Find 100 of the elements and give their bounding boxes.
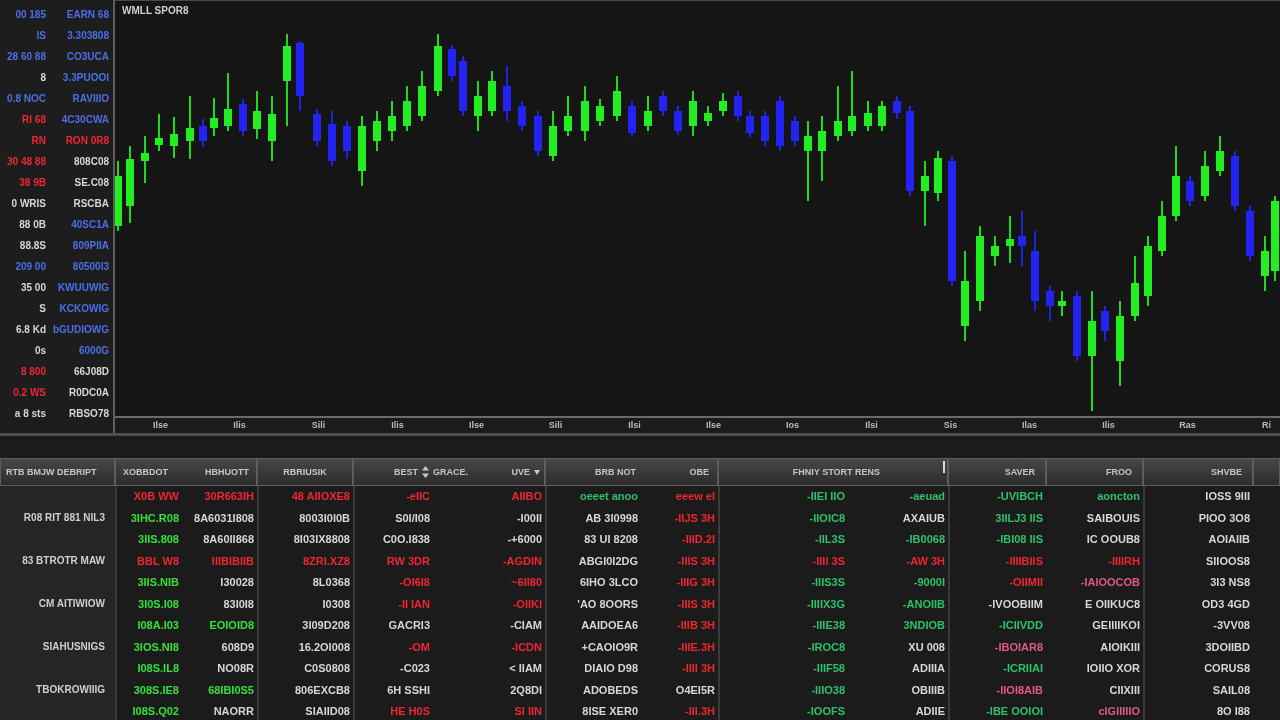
table-value: NAORR — [213, 705, 254, 719]
table-value: 8O I88 — [1216, 705, 1250, 719]
table-value: 308S.IE8 — [133, 683, 179, 697]
table-value: 6IHO 3LCO — [579, 576, 638, 590]
sort-icon[interactable] — [422, 466, 429, 478]
column-title: OBE — [689, 466, 709, 478]
price-label: IS — [36, 29, 46, 42]
table-value: 'AO 8OORS — [577, 597, 638, 611]
table-value: -IIIS 3H — [677, 597, 715, 611]
table-value: 3IIS.808 — [138, 533, 179, 547]
table-value: -IIIS 3H — [677, 554, 715, 568]
table-value: +CAOIO9R — [581, 640, 638, 654]
table-value: 3IILJ3 IIS — [995, 511, 1043, 525]
table-value: 8I03IX8808 — [293, 533, 350, 547]
table-value: 8A60II868 — [203, 533, 254, 547]
price-label: RON 0R8 — [65, 134, 109, 147]
table-value: ~6II80 — [511, 576, 542, 590]
table-value: 8ZRI.XZ8 — [302, 554, 350, 568]
column-title: RTB BMJW DEBRIPT — [6, 466, 98, 478]
table-value: BBL W8 — [137, 554, 179, 568]
table-value: DIAIO D98 — [584, 662, 638, 676]
table-value: 48 AIIOXE8 — [291, 490, 350, 504]
table-value: -9000I — [913, 576, 945, 590]
row-label: 83 BTROTR MAW — [22, 555, 105, 568]
price-label: S — [39, 302, 46, 315]
table-value: 3IIS.NIB — [137, 576, 179, 590]
table-value: ABGI0I2DG — [578, 554, 638, 568]
table-value: -C023 — [400, 662, 430, 676]
row-label: R08 RIT 881 NIL3 — [23, 512, 105, 525]
column-title: GRACE. — [433, 466, 469, 478]
price-label: 30 48 88 — [7, 155, 46, 168]
table-value: -IIII 3S — [812, 554, 845, 568]
table-value: 806EXCB8 — [294, 683, 350, 697]
table-value: 83I0I8 — [223, 597, 254, 611]
table-value: -ICDN — [511, 640, 542, 654]
axis-label: Sili — [311, 420, 326, 431]
price-label: 80500I3 — [72, 260, 109, 273]
table-value: CORUS8 — [1204, 662, 1250, 676]
table-value: OBIIIB — [911, 683, 945, 697]
table-value: EOIOID8 — [209, 619, 254, 633]
table-value: -IIID.2I — [682, 533, 715, 547]
table-value: -IIIS3S — [811, 576, 845, 590]
table-value: -AGDIN — [502, 554, 542, 568]
axis-label: Ilis — [233, 420, 246, 431]
table-value: ADIIE — [915, 705, 945, 719]
table-value: -OIIKI — [512, 597, 542, 611]
table-value: AOIAIIB — [1208, 533, 1250, 547]
table-value: PIOO 3O8 — [1198, 511, 1250, 525]
column-title: BRB NOT — [595, 466, 636, 478]
price-label: 38 9B — [19, 176, 46, 189]
table-value: -IVOOBIIM — [988, 597, 1043, 611]
column-title: UVE — [511, 466, 530, 478]
table-value: -II IAN — [398, 597, 430, 611]
caret-icon[interactable] — [534, 469, 540, 475]
price-label: RBSO78 — [69, 407, 109, 420]
column-title: XOBBDOT — [123, 466, 168, 478]
price-label: 8 — [40, 71, 46, 84]
table-value: IIIBIBIIB — [211, 554, 254, 568]
table-value: -IIEI IIO — [807, 490, 845, 504]
table-value: I30028 — [220, 576, 254, 590]
price-label: KCKOWIG — [59, 302, 109, 315]
table-value: I08A.I03 — [137, 619, 179, 633]
price-label: 4C30CWA — [61, 113, 109, 126]
table-value: I0308 — [322, 597, 350, 611]
price-label: RN — [31, 134, 46, 147]
table-value: -ICIIVDD — [999, 619, 1043, 633]
column-title: SAVER — [1004, 466, 1035, 478]
table-value: -IOOFS — [807, 705, 845, 719]
table-value: 68IBI0S5 — [208, 683, 254, 697]
table-value: -IAIOOCOB — [1080, 576, 1140, 590]
table-value: -IIIE38 — [812, 619, 845, 633]
table-value: 8A6031I808 — [194, 511, 254, 525]
table-value: 8ISE XER0 — [582, 705, 638, 719]
table-value: -IIIIX3G — [807, 597, 845, 611]
table-value: -OM — [408, 640, 430, 654]
table-value: XU 008 — [908, 640, 945, 654]
table-value: 83 UI 8208 — [584, 533, 638, 547]
table-value: 2Q8DI — [510, 683, 542, 697]
table-value: IC OOUB8 — [1086, 533, 1140, 547]
table-value: -ANOIIB — [902, 597, 945, 611]
table-value: C0S0808 — [304, 662, 350, 676]
axis-label: Ilse — [706, 420, 721, 431]
table-value: ADOBEDS — [583, 683, 638, 697]
table-value: -IIIG 3H — [676, 576, 715, 590]
price-label: 8 800 — [20, 365, 46, 378]
price-label: 88.8S — [19, 239, 46, 252]
table-value: oeeet anoo — [579, 490, 638, 504]
table-value: -UVIBCH — [997, 490, 1043, 504]
axis-label: Ilas — [1022, 420, 1037, 431]
price-label: 0s — [34, 344, 46, 357]
table-value: C0O.I838 — [382, 533, 430, 547]
price-label: 28 60 88 — [7, 50, 46, 63]
table-value: NO08R — [217, 662, 254, 676]
price-label: RI 68 — [22, 113, 46, 126]
axis-label: Ilse — [469, 420, 484, 431]
row-label: CM AITIWIOW — [38, 598, 105, 611]
row-label: TBOKROWIIIG — [36, 684, 105, 697]
table-value: AAIDOEA6 — [581, 619, 638, 633]
table-value: -ICRIIAI — [1003, 662, 1043, 676]
price-label: 0.2 WS — [13, 386, 46, 399]
